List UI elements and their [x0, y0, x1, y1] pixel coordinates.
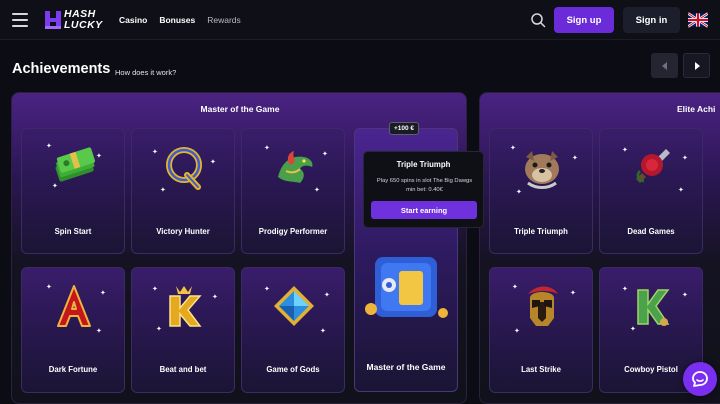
bulldog-icon: [525, 151, 559, 189]
achievement-card-last-strike[interactable]: ✦ ✦ ✦ Last Strike: [489, 267, 593, 393]
achievement-card-victory-hunter[interactable]: ✦ ✦ ✦ Victory Hunter: [131, 128, 235, 254]
menu-icon[interactable]: [12, 13, 28, 27]
carousel-prev-button[interactable]: [651, 53, 678, 78]
letter-q-icon: [166, 147, 202, 190]
logo[interactable]: HASH LUCKY: [42, 8, 104, 32]
card-name: Triple Triumph: [514, 227, 568, 236]
group-title: Master of the Game: [200, 104, 280, 114]
letter-k-icon: [169, 286, 202, 327]
how-does-it-work-link[interactable]: How does it work?: [115, 68, 176, 77]
group-title: Elite Achi: [677, 104, 716, 114]
chat-icon: [692, 371, 708, 387]
sign-up-button[interactable]: Sign up: [554, 7, 614, 33]
achievement-card-spin-start[interactable]: ✦ ✦ ✦ Spin Start: [21, 128, 125, 254]
card-name: Spin Start: [54, 227, 92, 236]
achievement-card-beat-and-bet[interactable]: ✦ ✦ ✦ Beat and bet: [131, 267, 235, 393]
achievement-group-master: Master of the Game ✦ ✦ ✦ Spin Start ✦ ✦ ✦ Vi…: [11, 92, 467, 404]
card-name: Last Strike: [521, 365, 561, 374]
chevron-right-icon: [694, 61, 700, 70]
nav-casino[interactable]: Casino: [119, 15, 147, 25]
rose-dagger-icon: [636, 149, 670, 183]
nav-rewards[interactable]: Rewards: [207, 15, 241, 25]
spartan-helmet-icon: [528, 286, 558, 326]
blue-gem-icon: [274, 286, 314, 326]
tooltip-description: Play 650 spins in slot The Big Dawgs min…: [376, 178, 473, 193]
page-title: Achievements: [12, 61, 111, 77]
card-name: Prodigy Performer: [258, 227, 328, 236]
letter-a-icon: [57, 285, 91, 327]
letter-k-icon: [637, 289, 670, 326]
sign-in-button[interactable]: Sign in: [623, 7, 680, 33]
card-name: Beat and bet: [159, 365, 207, 374]
uk-flag-icon[interactable]: [688, 12, 708, 28]
achievement-card-dead-games[interactable]: ✦ ✦ ✦ Dead Games: [599, 128, 703, 254]
live-chat-button[interactable]: [683, 362, 717, 396]
chevron-left-icon: [661, 61, 667, 70]
achievement-card-dark-fortune[interactable]: ✦ ✦ ✦ Dark Fortune: [21, 267, 125, 393]
achievement-group-elite: Elite Achi ✦ ✦ ✦ Triple Triumph ✦ ✦ ✦ Dead G…: [479, 92, 720, 404]
logo-text-bottom: LUCKY: [64, 19, 103, 31]
achievement-tooltip: Triple Triumph Play 650 spins in slot Th…: [363, 151, 484, 228]
card-name: Victory Hunter: [156, 227, 210, 236]
top-bar: HASH LUCKY Casino Bonuses Rewards Sign u…: [0, 0, 720, 40]
card-name: Game of Gods: [266, 365, 320, 374]
reward-badge: +100 €: [389, 122, 419, 135]
cash-stack-icon: [55, 147, 96, 182]
dragon-icon: [278, 151, 313, 183]
achievement-card-prodigy-performer[interactable]: ✦ ✦ ✦ Prodigy Performer: [241, 128, 345, 254]
start-earning-button[interactable]: Start earning: [371, 201, 477, 219]
carousel-next-button[interactable]: [683, 53, 710, 78]
safe-icon: [365, 257, 448, 318]
card-name: Dead Games: [627, 227, 675, 236]
nav-bonuses[interactable]: Bonuses: [159, 15, 195, 25]
logo-mark-icon: [45, 11, 61, 29]
search-icon[interactable]: [530, 12, 546, 28]
card-name: Master of the Game: [366, 362, 446, 372]
tooltip-title: Triple Triumph: [396, 160, 451, 169]
card-name: Dark Fortune: [48, 365, 98, 374]
achievement-card-game-of-gods[interactable]: ✦ ✦ ✦ Game of Gods: [241, 267, 345, 393]
main-nav: Casino Bonuses Rewards: [119, 0, 241, 40]
achievement-card-triple-triumph[interactable]: ✦ ✦ ✦ Triple Triumph: [489, 128, 593, 254]
